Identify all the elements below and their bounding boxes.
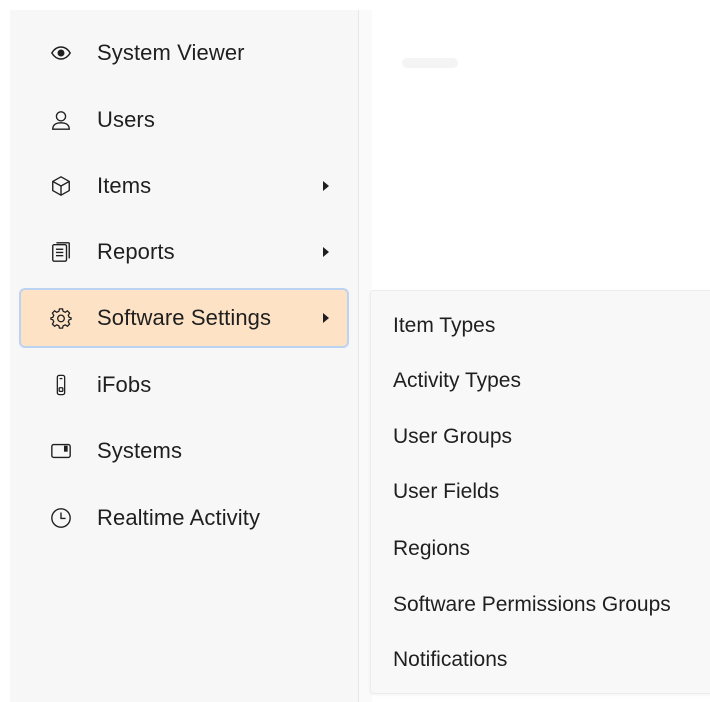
sidebar-item-system-viewer[interactable]: System Viewer xyxy=(19,23,349,83)
chevron-right-icon xyxy=(323,247,329,257)
submenu-item-user-groups[interactable]: User Groups xyxy=(393,425,512,449)
sidebar-item-label: Realtime Activity xyxy=(97,505,261,530)
submenu-item-notifications[interactable]: Notifications xyxy=(393,648,507,672)
cube-icon xyxy=(49,174,73,198)
sidebar-item-reports[interactable]: Reports xyxy=(19,222,349,282)
submenu-item-item-types[interactable]: Item Types xyxy=(393,314,495,338)
fob-icon xyxy=(49,373,73,397)
chevron-right-icon xyxy=(323,313,329,323)
sidebar-item-label: Systems xyxy=(97,438,183,463)
sidebar-item-label: Software Settings xyxy=(97,305,272,330)
sidebar-item-label: Users xyxy=(97,107,155,132)
clock-icon xyxy=(49,506,73,530)
sidebar-item-items[interactable]: Items xyxy=(19,156,349,216)
sidebar-item-systems[interactable]: Systems xyxy=(19,421,349,481)
eye-icon xyxy=(49,41,73,65)
background-placeholder xyxy=(402,58,458,68)
sidebar-item-users[interactable]: Users xyxy=(19,90,349,150)
sidebar-item-software-settings[interactable]: Software Settings xyxy=(19,288,349,348)
submenu-item-regions[interactable]: Regions xyxy=(393,537,470,561)
sidebar: System Viewer Users Items Reports Softwa… xyxy=(10,10,358,702)
system-icon xyxy=(49,439,73,463)
user-icon xyxy=(49,108,73,132)
sidebar-item-label: System Viewer xyxy=(97,40,245,65)
report-icon xyxy=(49,240,73,264)
sidebar-item-ifobs[interactable]: iFobs xyxy=(19,355,349,415)
software-settings-submenu: Item Types Activity Types User Groups Us… xyxy=(370,290,710,694)
sidebar-item-label: iFobs xyxy=(97,372,152,397)
submenu-item-activity-types[interactable]: Activity Types xyxy=(393,369,521,393)
sidebar-item-label: Reports xyxy=(97,239,175,264)
sidebar-item-realtime-activity[interactable]: Realtime Activity xyxy=(19,488,349,548)
sidebar-item-label: Items xyxy=(97,173,152,198)
submenu-item-user-fields[interactable]: User Fields xyxy=(393,480,499,504)
chevron-right-icon xyxy=(323,181,329,191)
submenu-item-software-permissions-groups[interactable]: Software Permissions Groups xyxy=(393,593,671,617)
gear-icon xyxy=(49,306,73,330)
